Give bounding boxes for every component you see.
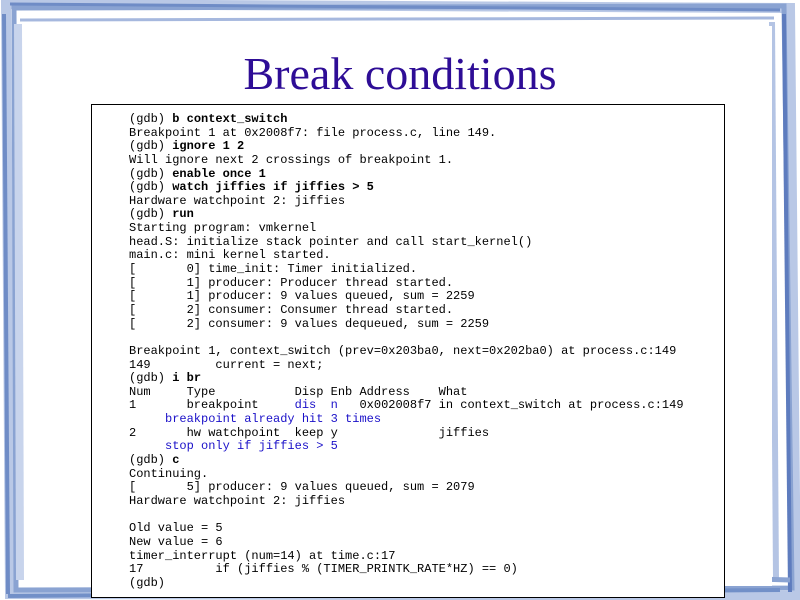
terminal-line: main.c: mini kernel started.	[129, 249, 684, 263]
output-text: Will ignore next 2 crossings of breakpoi…	[129, 152, 454, 167]
output-text: Starting program: vmkernel	[129, 221, 317, 236]
terminal-line: (gdb) run	[129, 208, 684, 222]
terminal-line: Num Type Disp Enb Address What	[129, 384, 684, 400]
terminal-line: [ 1] producer: Producer thread started.	[129, 275, 684, 291]
output-text: Hardware watchpoint 2: jiffies	[129, 493, 346, 508]
output-text: [ 5] producer: 9 values queued, sum = 20…	[129, 480, 475, 495]
gdb-session-text: (gdb) b context_switch Breakpoint 1 at 0x…	[129, 112, 684, 591]
terminal-line: Breakpoint 1, context_switch (prev=0x203…	[129, 343, 684, 359]
gdb-command: enable once 1	[172, 166, 266, 181]
gdb-prompt: (gdb)	[129, 207, 173, 222]
terminal-line: (gdb) ignore 1 2	[129, 139, 684, 154]
terminal-line: stop only if jiffies > 5	[129, 440, 684, 454]
gdb-prompt: (gdb)	[129, 180, 173, 195]
terminal-line: Continuing.	[129, 466, 684, 482]
output-text: [ 1] producer: Producer thread started.	[129, 275, 454, 290]
output-text: Breakpoint 1, context_switch (prev=0x203…	[129, 343, 677, 358]
gdb-prompt: (gdb)	[129, 139, 173, 154]
gdb-command: ignore 1 2	[172, 139, 245, 154]
output-text: [ 1] producer: 9 values queued, sum = 22…	[129, 289, 475, 304]
gdb-prompt: (gdb)	[129, 112, 173, 126]
output-text: 149 current = next;	[129, 357, 324, 372]
output-text: 2 hw watchpoint keep y jiffies	[129, 425, 490, 440]
terminal-line: Hardware watchpoint 2: jiffies	[129, 493, 684, 509]
gdb-prompt: (gdb)	[129, 166, 173, 181]
output-text: Continuing.	[129, 466, 209, 481]
output-text: Breakpoint 1 at 0x2008f7: file process.c…	[129, 125, 497, 140]
terminal-line: Hardware watchpoint 2: jiffies	[129, 193, 684, 209]
terminal-line: Starting program: vmkernel	[129, 221, 684, 236]
output-text: 0x002008f7 in context_switch at process.…	[337, 398, 684, 413]
terminal-line: Old value = 5	[129, 521, 684, 536]
terminal-line: timer_interrupt (num=14) at time.c:17	[129, 548, 684, 564]
terminal-line: (gdb) i br	[129, 371, 684, 386]
output-text: [ 0] time_init: Timer initialized.	[129, 262, 418, 277]
output-text: New value = 6	[129, 534, 223, 549]
gdb-command: run	[172, 207, 194, 222]
output-text: Old value = 5	[129, 521, 223, 536]
terminal-line: 1 breakpoint dis n 0x002008f7 in context…	[129, 399, 684, 413]
output-text: 1 breakpoint	[129, 398, 295, 413]
gdb-prompt: (gdb)	[129, 371, 173, 386]
terminal-line: (gdb) b context_switch	[129, 112, 684, 127]
terminal-line: breakpoint already hit 3 times	[129, 412, 684, 427]
terminal-line: head.S: initialize stack pointer and cal…	[129, 234, 684, 250]
terminal-line: (gdb) c	[129, 453, 684, 468]
slide-title: Break conditions	[243, 48, 557, 99]
terminal-line: (gdb) watch jiffies if jiffies > 5	[129, 180, 684, 195]
gdb-prompt: (gdb)	[129, 453, 173, 468]
terminal-line: [ 2] consumer: 9 values dequeued, sum = …	[129, 316, 684, 332]
output-text: (gdb)	[129, 575, 166, 590]
disposition-highlight: dis n	[294, 398, 338, 413]
output-text: main.c: mini kernel started.	[129, 248, 331, 263]
gdb-command: b context_switch	[172, 112, 288, 126]
terminal-line: Will ignore next 2 crossings of breakpoi…	[129, 152, 684, 168]
gdb-command: watch jiffies if jiffies > 5	[172, 180, 374, 195]
output-text: Hardware watchpoint 2: jiffies	[129, 193, 346, 208]
output-text: [ 2] consumer: Consumer thread started.	[129, 302, 454, 317]
output-text: [ 2] consumer: 9 values dequeued, sum = …	[129, 316, 490, 331]
terminal-line: [ 2] consumer: Consumer thread started.	[129, 302, 684, 318]
gdb-terminal-box: (gdb) b context_switch Breakpoint 1 at 0x…	[91, 104, 725, 598]
terminal-line: (gdb)	[129, 575, 684, 591]
output-text: 17 if (jiffies % (TIMER_PRINTK_RATE*HZ) …	[129, 562, 518, 577]
terminal-line: [ 5] producer: 9 values queued, sum = 20…	[129, 480, 684, 495]
output-text: timer_interrupt (num=14) at time.c:17	[129, 548, 396, 563]
terminal-line: 17 if (jiffies % (TIMER_PRINTK_RATE*HZ) …	[129, 562, 684, 577]
terminal-line: New value = 6	[129, 534, 684, 550]
output-text: Num Type Disp Enb Address What	[129, 384, 468, 399]
output-text: breakpoint already hit 3 times	[129, 412, 382, 427]
terminal-line: (gdb) enable once 1	[129, 166, 684, 182]
output-text: head.S: initialize stack pointer and cal…	[129, 234, 533, 249]
terminal-line: [ 1] producer: 9 values queued, sum = 22…	[129, 290, 684, 304]
terminal-line: 149 current = next;	[129, 357, 684, 373]
output-text: stop only if jiffies > 5	[129, 439, 338, 454]
gdb-command: c	[172, 453, 180, 468]
terminal-line: [ 0] time_init: Timer initialized.	[129, 262, 684, 277]
gdb-command: i br	[172, 371, 202, 386]
terminal-line: Breakpoint 1 at 0x2008f7: file process.c…	[129, 125, 684, 141]
terminal-line: 2 hw watchpoint keep y jiffies	[129, 425, 684, 441]
